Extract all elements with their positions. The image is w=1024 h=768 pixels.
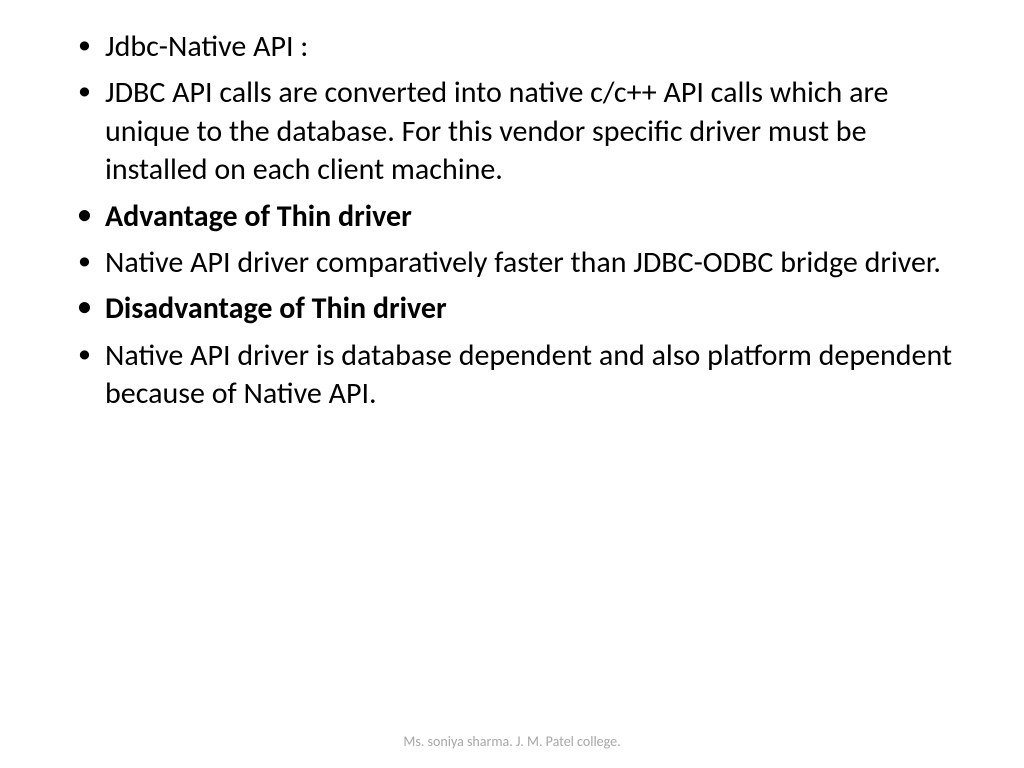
list-item: Jdbc-Native API : [60,28,964,66]
list-item: JDBC API calls are converted into native… [60,74,964,189]
bullet-list: Jdbc-Native API : JDBC API calls are con… [60,28,964,414]
list-item: Native API driver comparatively faster t… [60,244,964,282]
slide-content: Jdbc-Native API : JDBC API calls are con… [0,0,1024,414]
list-item: Advantage of Thin driver [60,198,964,236]
list-item: Native API driver is database dependent … [60,337,964,414]
list-item: Disadvantage of Thin driver [60,290,964,328]
slide-footer: Ms. soniya sharma. J. M. Patel college. [0,733,1024,750]
